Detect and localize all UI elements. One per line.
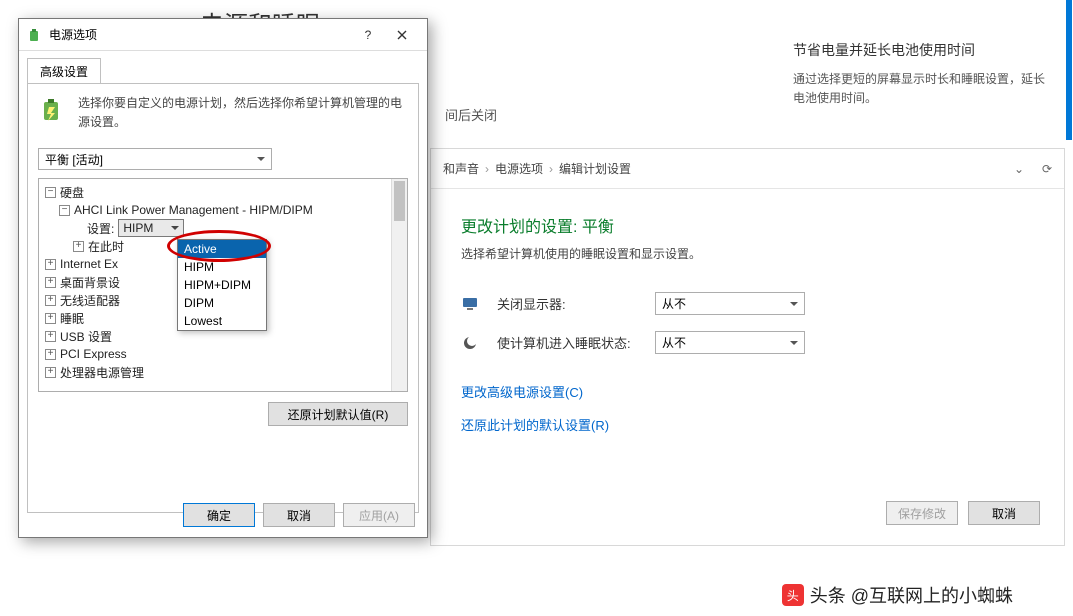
setting-label: 设置:: [87, 220, 114, 237]
expand-icon[interactable]: +: [45, 367, 56, 378]
tab-panel: 选择你要自定义的电源计划，然后选择你希望计算机管理的电源设置。 平衡 [活动] …: [27, 83, 419, 513]
display-off-label: 关闭显示器:: [497, 294, 637, 313]
drop-item-hipm[interactable]: HIPM: [178, 258, 266, 276]
control-panel-window: 和声音› 电源选项› 编辑计划设置 ⌄ ⟳ 更改计划的设置: 平衡 选择希望计算…: [430, 148, 1065, 546]
title-bar[interactable]: 电源选项 ?: [19, 19, 427, 51]
close-button[interactable]: [385, 21, 419, 49]
drop-item-dipm[interactable]: DIPM: [178, 294, 266, 312]
collapse-icon[interactable]: −: [59, 205, 70, 216]
save-button: 保存修改: [886, 501, 958, 525]
breadcrumb[interactable]: 和声音› 电源选项› 编辑计划设置: [443, 160, 631, 177]
tree-after[interactable]: 在此时: [88, 238, 124, 255]
setting-row: 设置: HIPM: [45, 219, 401, 237]
plan-settings-body: 更改计划的设置: 平衡 选择希望计算机使用的睡眠设置和显示设置。 关闭显示器: …: [431, 189, 1064, 458]
help-button[interactable]: ?: [351, 21, 385, 49]
cancel-button[interactable]: 取消: [263, 503, 335, 527]
apply-button: 应用(A): [343, 503, 415, 527]
collapse-icon[interactable]: −: [45, 187, 56, 198]
page-subtitle: 选择希望计算机使用的睡眠设置和显示设置。: [461, 245, 1034, 262]
tab-advanced[interactable]: 高级设置: [27, 58, 101, 84]
accent-bar: [1066, 0, 1072, 140]
drop-item-active[interactable]: Active: [178, 240, 266, 258]
toutiao-logo-icon: 头: [782, 584, 804, 606]
display-off-row: 关闭显示器: 从不: [461, 292, 1034, 315]
scrollbar[interactable]: [391, 179, 407, 391]
tree-sleep[interactable]: 睡眠: [60, 310, 84, 327]
monitor-icon: [461, 295, 479, 313]
tab-strip: 高级设置: [19, 51, 427, 83]
moon-icon: [461, 334, 479, 352]
tree-ahci[interactable]: AHCI Link Power Management - HIPM/DIPM: [74, 203, 313, 217]
display-off-select[interactable]: 从不: [655, 292, 805, 315]
expand-icon[interactable]: +: [45, 313, 56, 324]
drop-item-lowest[interactable]: Lowest: [178, 312, 266, 330]
dialog-title: 电源选项: [49, 26, 351, 43]
expand-icon[interactable]: +: [73, 241, 84, 252]
tree-ie[interactable]: Internet Ex: [60, 257, 118, 271]
crumb[interactable]: 电源选项: [495, 160, 543, 177]
battery-icon: [27, 27, 43, 43]
settings-tree[interactable]: −硬盘 −AHCI Link Power Management - HIPM/D…: [38, 178, 408, 392]
chevron-down-icon[interactable]: ⌄: [1008, 158, 1030, 180]
breadcrumb-bar: 和声音› 电源选项› 编辑计划设置 ⌄ ⟳: [431, 149, 1064, 189]
cancel-button[interactable]: 取消: [968, 501, 1040, 525]
watermark: 头 头条 @互联网上的小蜘蛛: [782, 582, 1013, 608]
expand-icon[interactable]: +: [45, 349, 56, 360]
power-options-dialog: 电源选项 ? 高级设置 选择你要自定义的电源计划，然后选择你希望计算机管理的电源…: [18, 18, 428, 538]
battery-large-icon: [38, 94, 68, 124]
expand-icon[interactable]: +: [45, 259, 56, 270]
page-title: 更改计划的设置: 平衡: [461, 213, 1034, 237]
sleep-row: 使计算机进入睡眠状态: 从不: [461, 331, 1034, 354]
bg-snippet: 间后关闭: [445, 105, 497, 124]
crumb[interactable]: 编辑计划设置: [559, 160, 631, 177]
scrollbar-thumb[interactable]: [394, 181, 405, 221]
refresh-icon[interactable]: ⟳: [1036, 158, 1058, 180]
setting-dropdown[interactable]: Active HIPM HIPM+DIPM DIPM Lowest: [177, 239, 267, 331]
drop-item-hipmdipm[interactable]: HIPM+DIPM: [178, 276, 266, 294]
hint-text: 选择你要自定义的电源计划，然后选择你希望计算机管理的电源设置。: [78, 94, 408, 132]
bg-side-text: 通过选择更短的屏幕显示时长和睡眠设置，延长电池使用时间。: [793, 70, 1053, 108]
tree-usb[interactable]: USB 设置: [60, 328, 112, 345]
ok-button[interactable]: 确定: [183, 503, 255, 527]
sleep-select[interactable]: 从不: [655, 331, 805, 354]
advanced-link[interactable]: 更改高级电源设置(C): [461, 382, 1034, 401]
restore-defaults-button[interactable]: 还原计划默认值(R): [268, 402, 408, 426]
hint: 选择你要自定义的电源计划，然后选择你希望计算机管理的电源设置。: [38, 94, 408, 132]
expand-icon[interactable]: +: [45, 295, 56, 306]
bg-sidebar: 节省电量并延长电池使用时间 通过选择更短的屏幕显示时长和睡眠设置，延长电池使用时…: [793, 40, 1053, 108]
bg-side-heading: 节省电量并延长电池使用时间: [793, 40, 1053, 60]
expand-icon[interactable]: +: [45, 331, 56, 342]
tree-cpu[interactable]: 处理器电源管理: [60, 364, 144, 381]
plan-select[interactable]: 平衡 [活动]: [38, 148, 272, 170]
tree-desktop[interactable]: 桌面背景设: [60, 274, 120, 291]
links: 更改高级电源设置(C) 还原此计划的默认设置(R): [461, 382, 1034, 434]
setting-combo[interactable]: HIPM: [118, 219, 184, 237]
tree-disk[interactable]: 硬盘: [60, 184, 84, 201]
expand-icon[interactable]: +: [45, 277, 56, 288]
restore-defaults-link[interactable]: 还原此计划的默认设置(R): [461, 415, 1034, 434]
watermark-text: 头条 @互联网上的小蜘蛛: [810, 582, 1013, 608]
tree-pci[interactable]: PCI Express: [60, 347, 127, 361]
sleep-label: 使计算机进入睡眠状态:: [497, 333, 637, 352]
crumb[interactable]: 和声音: [443, 160, 479, 177]
tree-wifi[interactable]: 无线适配器: [60, 292, 120, 309]
